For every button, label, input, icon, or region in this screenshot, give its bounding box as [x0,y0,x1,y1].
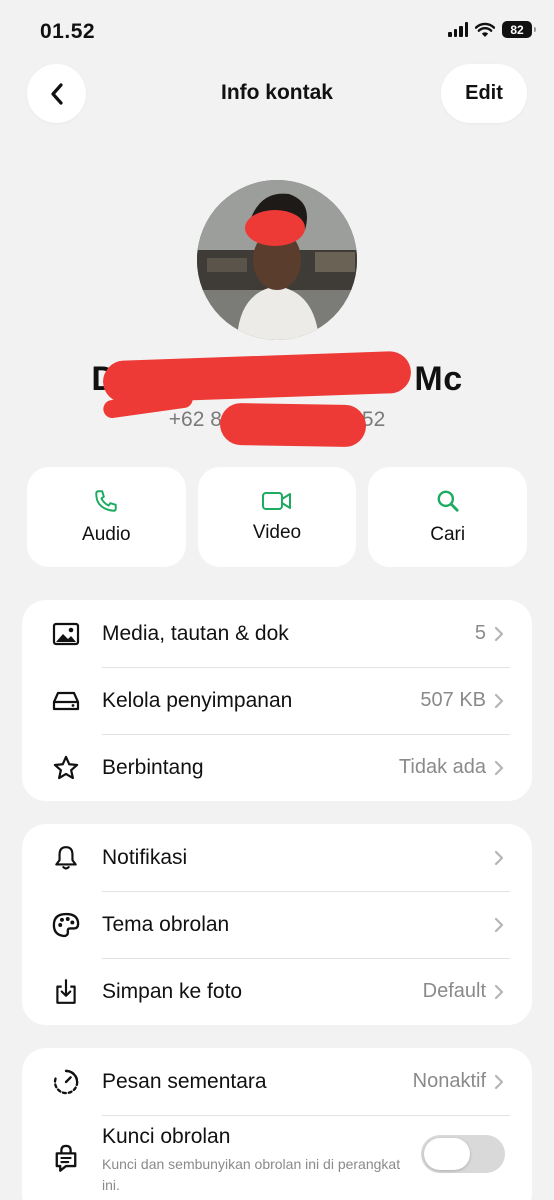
row-label: Kunci obrolan [102,1125,231,1148]
storage-icon [51,686,81,716]
avatar-photo [197,180,357,340]
edit-button[interactable]: Edit [441,64,527,123]
chevron-right-icon [494,1074,504,1090]
row-value: 5 [474,622,486,644]
avatar[interactable] [197,180,357,340]
save-download-icon [51,977,81,1007]
row-label: Notifikasi [102,845,188,869]
battery-icon: 82 [502,21,536,38]
notifications-row[interactable]: Notifikasi [22,824,532,891]
search-chat-button[interactable]: Cari [368,467,528,567]
nav-header: Info kontak Edit [0,62,554,126]
save-to-photos-row[interactable]: Simpan ke foto Default [22,958,532,1025]
timer-icon [51,1067,81,1097]
row-value: Tidak ada [398,756,486,778]
chevron-right-icon [494,850,504,866]
chevron-right-icon [494,984,504,1000]
status-icons: 82 [448,21,536,38]
search-label: Cari [430,524,466,545]
starred-row[interactable]: Berbintang Tidak ada [22,734,532,801]
search-icon [437,490,459,512]
row-label: Media, tautan & dok [102,621,289,645]
chevron-right-icon [494,693,504,709]
row-label: Kelola penyimpanan [102,688,293,712]
privacy-section: Pesan sementara Nonaktif Kunci obrolan K… [22,1048,532,1200]
image-icon [51,619,81,649]
settings-section: Notifikasi Tema obrolan Simpan ke foto D… [22,824,532,1025]
chat-lock-toggle[interactable] [421,1135,505,1173]
contact-name-end: Mc [414,360,463,398]
audio-label: Audio [82,524,131,545]
quick-actions: Audio Video Cari [27,467,528,567]
status-time: 01.52 [40,20,96,43]
battery-level: 82 [510,22,524,37]
row-label: Berbintang [102,755,204,779]
media-links-docs-row[interactable]: Media, tautan & dok 5 [22,600,532,667]
status-bar: 01.52 82 [0,0,554,62]
video-call-button[interactable]: Video [197,467,357,567]
chat-lock-text: Kunci obrolan Kunci dan sembunyikan obro… [102,1125,421,1196]
row-value: 507 KB [420,689,486,711]
audio-call-button[interactable]: Audio [27,467,186,567]
wifi-icon [475,22,495,37]
bell-icon [51,843,81,873]
star-icon [51,753,81,783]
toggle-knob [424,1138,470,1170]
chat-theme-row[interactable]: Tema obrolan [22,891,532,958]
row-label: Simpan ke foto [102,979,243,1003]
video-label: Video [252,522,302,543]
disappearing-messages-row[interactable]: Pesan sementara Nonaktif [22,1048,532,1115]
media-section: Media, tautan & dok 5 Kelola penyimpanan… [22,600,532,801]
manage-storage-row[interactable]: Kelola penyimpanan 507 KB [22,667,532,734]
row-label: Pesan sementara [102,1069,267,1093]
chat-lock-icon [51,1143,81,1173]
row-label: Tema obrolan [102,912,230,936]
palette-icon [51,910,81,940]
phone-icon [95,490,118,512]
chevron-right-icon [494,626,504,642]
chat-lock-row[interactable]: Kunci obrolan Kunci dan sembunyikan obro… [22,1115,532,1195]
chevron-right-icon [494,760,504,776]
signal-icon [448,22,468,37]
redaction-mark [219,402,367,448]
row-value: Nonaktif [412,1070,486,1092]
chat-lock-description: Kunci dan sembunyikan obrolan ini di per… [102,1156,401,1193]
row-value: Default [422,980,486,1002]
video-icon [262,492,291,510]
contact-phone-start: +62 8 [168,408,222,431]
chevron-right-icon [494,917,504,933]
